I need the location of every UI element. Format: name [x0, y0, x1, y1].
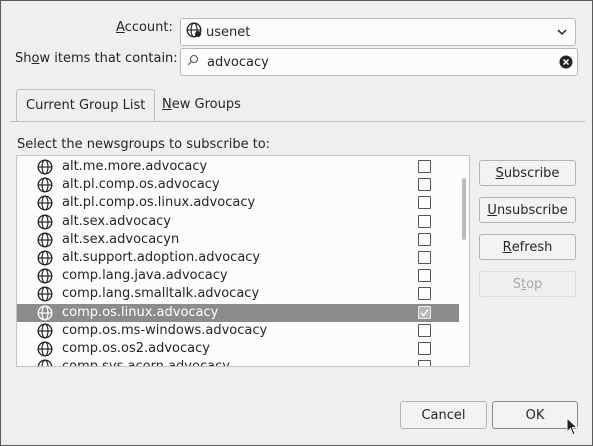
subscribe-checkbox[interactable] — [418, 178, 431, 192]
newsgroup-name: comp.os.linux.advocacy — [62, 304, 219, 320]
subscribe-dialog: Account: usenet Show items that contain:… — [0, 0, 593, 446]
newsgroup-list[interactable]: comp.sys.acorn.advocacy comp.os.os2.advoc… — [16, 155, 470, 367]
newsgroup-row[interactable]: alt.me.more.advocacy — [17, 158, 459, 176]
subscribe-checkbox[interactable] — [418, 323, 431, 337]
newsgroup-row[interactable]: alt.sex.advocacyn — [17, 231, 459, 249]
globe-icon — [37, 305, 53, 325]
search-icon — [187, 54, 199, 70]
subscribe-checkbox[interactable] — [418, 269, 431, 283]
newsgroup-row[interactable]: comp.os.os2.advocacy — [17, 340, 459, 358]
filter-search-input[interactable]: advocacy — [180, 48, 578, 76]
refresh-button[interactable]: Refresh — [479, 234, 576, 260]
newsgroup-name: alt.sex.advocacy — [62, 213, 171, 229]
subscribe-checkbox[interactable] — [418, 342, 431, 355]
newsgroup-row[interactable]: comp.lang.java.advocacy — [17, 267, 459, 285]
globe-icon — [37, 159, 53, 179]
subscribe-checkbox[interactable] — [418, 232, 431, 246]
filter-value: advocacy — [207, 54, 269, 70]
newsgroup-name: comp.lang.java.advocacy — [62, 268, 228, 284]
list-scrollbar[interactable] — [462, 178, 466, 240]
newsgroup-row[interactable]: alt.sex.advocacy — [17, 213, 459, 231]
newsgroup-row[interactable]: alt.pl.comp.os.advocacy — [17, 176, 459, 194]
globe-icon — [37, 214, 53, 234]
stop-button[interactable]: St op — [479, 271, 576, 297]
newsgroup-name: comp.lang.smalltalk.advocacy — [62, 286, 260, 302]
mouse-cursor-icon — [566, 416, 579, 441]
globe-icon — [37, 250, 53, 270]
newsgroup-row[interactable]: alt.pl.comp.os.linux.advocacy — [17, 194, 459, 212]
newsgroup-name: alt.pl.comp.os.advocacy — [62, 177, 220, 193]
globe-icon — [37, 286, 53, 306]
subscribe-checkbox[interactable] — [418, 196, 431, 210]
cancel-button[interactable]: Cancel — [400, 401, 487, 429]
chevron-down-icon — [555, 25, 569, 43]
newsgroup-row[interactable]: comp.os.ms-windows.advocacy — [17, 322, 459, 340]
newsgroup-name: comp.os.ms-windows.advocacy — [62, 322, 268, 338]
clear-icon[interactable] — [559, 55, 573, 73]
subscribe-checkbox[interactable] — [418, 305, 431, 319]
subscribe-checkbox[interactable] — [418, 251, 431, 264]
newsgroup-name: alt.sex.advocacyn — [62, 231, 180, 247]
subscribe-checkbox[interactable] — [418, 360, 431, 366]
globe-icon — [37, 195, 53, 215]
subscribe-checkbox[interactable] — [418, 160, 431, 173]
account-value: usenet — [206, 24, 251, 40]
unsubscribe-button[interactable]: Unsubscribe — [479, 197, 576, 223]
account-label: Account: — [116, 20, 173, 35]
newsgroup-name: alt.me.more.advocacy — [62, 159, 208, 174]
newsgroup-name: alt.pl.comp.os.linux.advocacy — [62, 195, 256, 211]
globe-icon — [37, 323, 53, 343]
newsgroup-row[interactable]: comp.lang.smalltalk.advocacy — [17, 285, 459, 303]
list-prompt: Select the newsgroups to subscribe to: — [17, 137, 271, 152]
newsgroup-name: alt.support.adoption.advocacy — [62, 250, 261, 265]
globe-icon — [37, 268, 53, 288]
subscribe-checkbox[interactable] — [418, 287, 431, 301]
globe-icon — [37, 341, 53, 361]
globe-icon — [37, 232, 53, 252]
newsgroup-row[interactable]: comp.sys.acorn.advocacy — [17, 358, 459, 367]
filter-label: Show items that contain: — [15, 51, 178, 66]
subscribe-button[interactable]: Subscribe — [479, 160, 576, 186]
tab-new-groups[interactable]: New Groups — [153, 89, 250, 122]
newsgroup-row[interactable]: alt.support.adoption.advocacy — [17, 249, 459, 267]
account-combo[interactable]: usenet — [180, 18, 576, 46]
tab-panel-divider — [10, 121, 585, 122]
subscribe-checkbox[interactable] — [418, 214, 431, 228]
newsgroup-name: comp.os.os2.advocacy — [62, 341, 210, 356]
globe-icon — [186, 22, 202, 42]
newsgroup-row[interactable]: comp.os.linux.advocacy — [17, 303, 459, 325]
tab-current-group-list[interactable]: Current Group List — [16, 89, 156, 122]
globe-icon — [37, 177, 53, 197]
newsgroup-name: comp.sys.acorn.advocacy — [62, 359, 230, 367]
